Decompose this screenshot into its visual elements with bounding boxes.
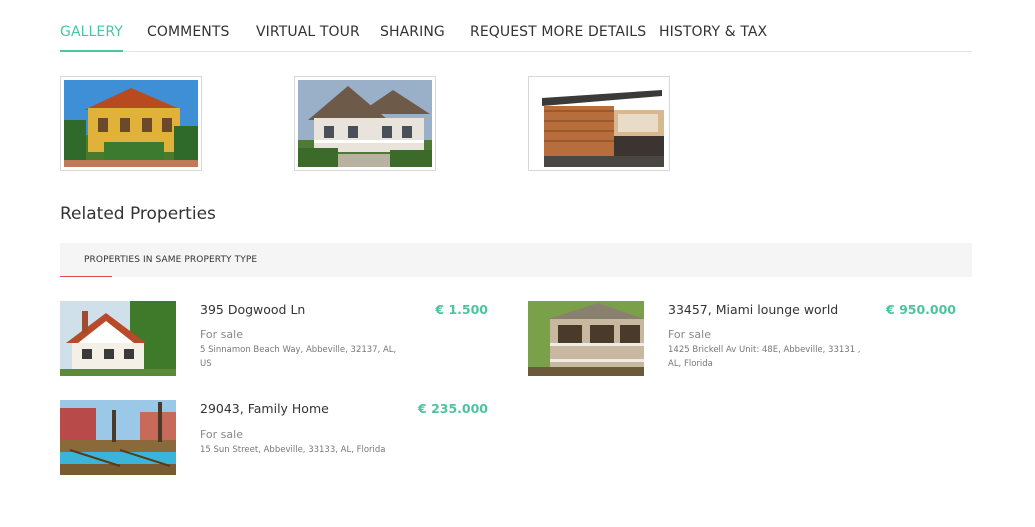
property-price: € 1.500 xyxy=(435,302,488,317)
modern-house-photo xyxy=(532,80,666,167)
tab-same-property-type[interactable]: PROPERTIES IN SAME PROPERTY TYPE xyxy=(84,255,257,265)
related-properties-heading: Related Properties xyxy=(60,204,216,224)
pool-home-photo xyxy=(60,400,176,475)
property-image[interactable] xyxy=(528,301,644,376)
tab-request-more-details[interactable]: REQUEST MORE DETAILS xyxy=(470,24,646,40)
property-image[interactable] xyxy=(60,400,176,475)
house-photo xyxy=(298,80,432,167)
tab-history-tax[interactable]: HISTORY & TAX xyxy=(659,24,767,40)
gallery-thumbnail[interactable] xyxy=(294,76,436,171)
property-image[interactable] xyxy=(60,301,176,376)
property-address: 5 Sinnamon Beach Way, Abbeville, 32137, … xyxy=(200,345,397,369)
porch-house-photo xyxy=(528,301,644,376)
tudor-house-photo xyxy=(60,301,176,376)
active-subtab-underline xyxy=(60,276,112,277)
property-title[interactable]: 33457, Miami lounge world xyxy=(668,302,838,317)
property-address: 1425 Brickell Av Unit: 48E, Abbeville, 3… xyxy=(668,345,861,369)
tab-virtual-tour[interactable]: VIRTUAL TOUR xyxy=(256,24,360,40)
property-title[interactable]: 395 Dogwood Ln xyxy=(200,302,305,317)
property-status: For sale xyxy=(200,428,243,441)
tab-comments[interactable]: COMMENTS xyxy=(147,24,230,40)
gallery-thumbnail[interactable] xyxy=(60,76,202,171)
villa-photo xyxy=(64,80,198,167)
related-subtab-bar: PROPERTIES IN SAME PROPERTY TYPE xyxy=(60,243,972,277)
tab-sharing[interactable]: SHARING xyxy=(380,24,445,40)
gallery-thumbnail[interactable] xyxy=(528,76,670,171)
property-status: For sale xyxy=(668,328,711,341)
tab-gallery[interactable]: GALLERY xyxy=(60,24,123,52)
property-tabs: GALLERY COMMENTS VIRTUAL TOUR SHARING RE… xyxy=(60,20,972,52)
property-title[interactable]: 29043, Family Home xyxy=(200,401,329,416)
property-price: € 235.000 xyxy=(418,401,488,416)
property-price: € 950.000 xyxy=(886,302,956,317)
property-status: For sale xyxy=(200,328,243,341)
property-address: 15 Sun Street, Abbeville, 33133, AL, Flo… xyxy=(200,445,386,455)
